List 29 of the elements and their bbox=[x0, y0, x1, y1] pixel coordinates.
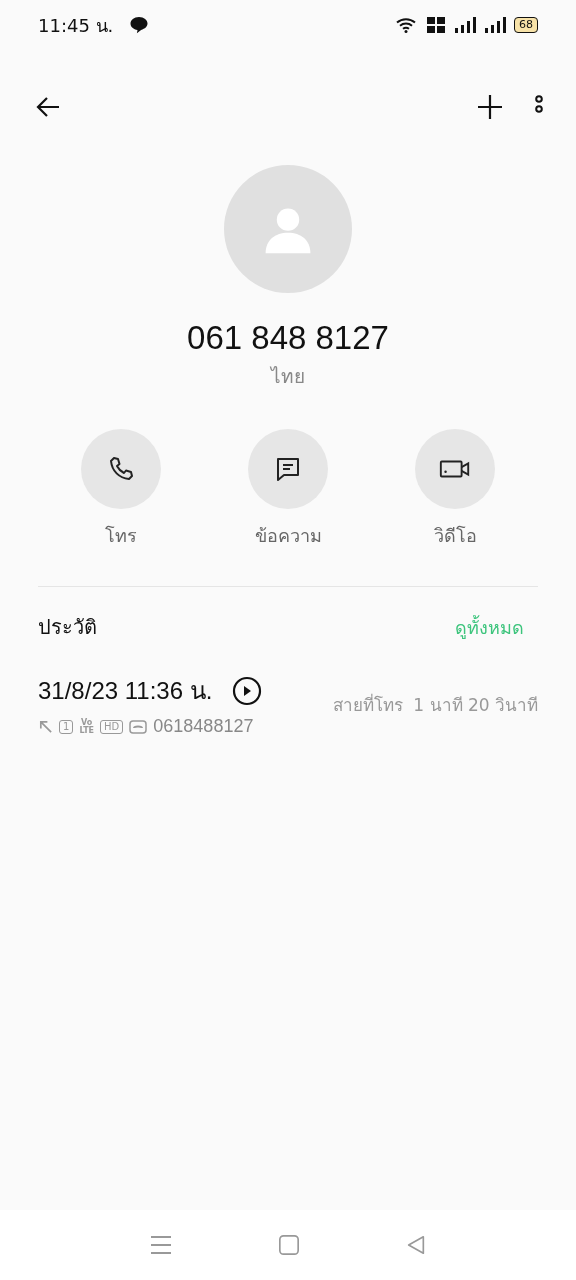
add-button[interactable] bbox=[476, 93, 504, 121]
phone-badge-icon bbox=[129, 719, 148, 734]
see-all-link[interactable]: ดูทั้งหมด bbox=[455, 612, 524, 642]
chat-bubble-icon bbox=[129, 15, 150, 35]
status-time: 11:45 น. bbox=[38, 13, 114, 38]
phone-number: 061 848 8127 bbox=[187, 319, 389, 357]
play-button[interactable] bbox=[232, 675, 263, 706]
message-icon bbox=[274, 455, 302, 483]
home-button[interactable] bbox=[278, 1234, 300, 1256]
action-label: โทร bbox=[105, 524, 137, 548]
call-number: 0618488127 bbox=[153, 716, 254, 737]
back-nav-button[interactable] bbox=[405, 1234, 427, 1256]
wifi-icon bbox=[396, 17, 418, 33]
sim-badge: 1 bbox=[59, 719, 74, 734]
call-type: สายที่โทร bbox=[333, 692, 404, 717]
action-label: ข้อความ bbox=[254, 524, 322, 548]
signal-icon bbox=[454, 17, 476, 33]
location-label: ไทย bbox=[271, 364, 305, 389]
section-title: ประวัติ bbox=[38, 614, 97, 641]
phone-icon bbox=[107, 455, 135, 483]
menu-button[interactable] bbox=[149, 1233, 173, 1257]
call-datetime: 31/8/23 11:36 น. bbox=[38, 676, 213, 706]
action-label: วิดีโอ bbox=[433, 524, 477, 548]
volte-label: Vo LTE bbox=[79, 718, 95, 735]
outgoing-arrow-icon bbox=[38, 719, 53, 734]
hd-badge: HD bbox=[100, 719, 124, 734]
call-duration: 1 นาที 20 วินาที bbox=[413, 693, 538, 717]
signal-icon bbox=[484, 17, 506, 33]
battery-level: 68 bbox=[514, 17, 538, 33]
